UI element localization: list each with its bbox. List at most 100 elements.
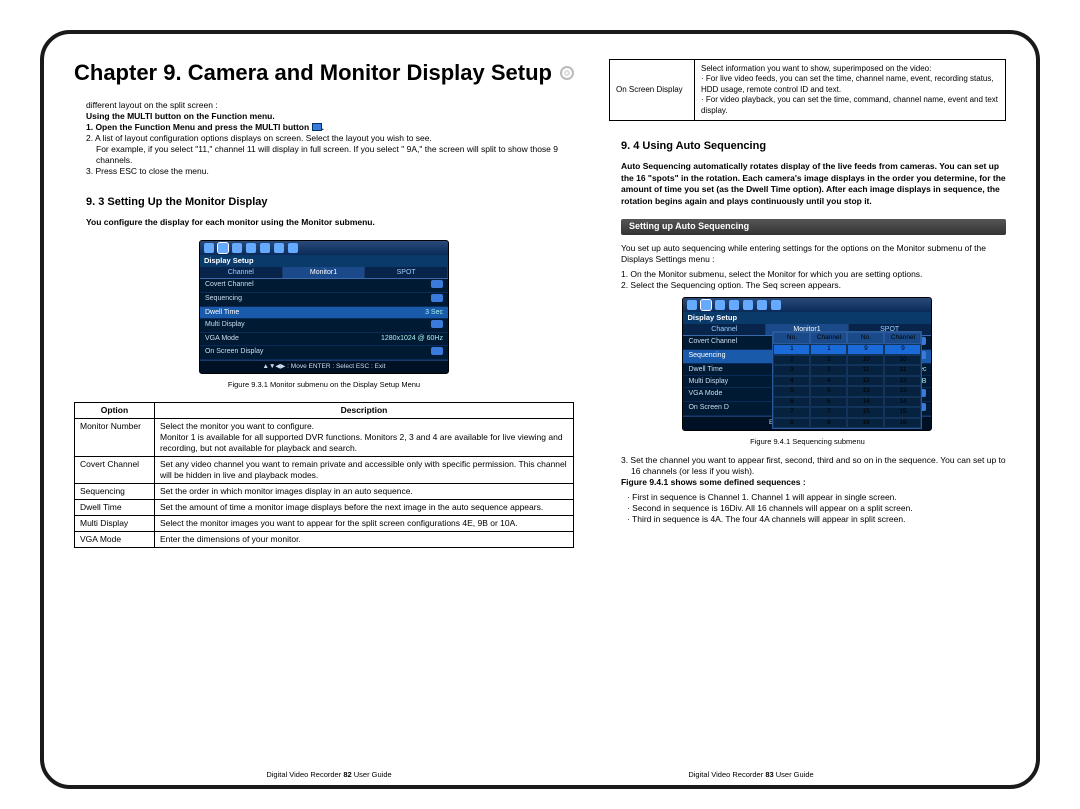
intro-item-3: 3. Press ESC to close the menu. — [86, 166, 574, 177]
popup-row: 1199 — [773, 344, 921, 354]
popup-hdr-ch2: Channel — [884, 332, 921, 344]
dvr2-row-label: Sequencing — [688, 351, 725, 362]
popup-cell: 6 — [773, 397, 810, 407]
setup-item-2: 2. Select the Sequencing option. The Seq… — [609, 280, 1006, 291]
popup-cell: 9 — [884, 344, 921, 354]
popup-cell: 12 — [884, 376, 921, 386]
intro-line-1: different layout on the split screen : — [86, 100, 574, 111]
options-cell-desc: Set any video channel you want to remain… — [155, 457, 574, 484]
dvr-icon — [771, 300, 781, 310]
dvr1-row-label: Dwell Time — [205, 308, 239, 317]
arrow-icon — [431, 294, 443, 302]
seq-bullet-1: · First in sequence is Channel 1. Channe… — [609, 492, 1006, 503]
popup-cell: 2 — [810, 355, 847, 365]
dvr2-row-label: VGA Mode — [688, 389, 722, 400]
dvr2-iconbar — [683, 298, 931, 312]
popup-row: 771515 — [773, 407, 921, 417]
popup-cell: 3 — [810, 365, 847, 375]
dvr-icon-selected — [701, 300, 711, 310]
popup-cell: 4 — [810, 376, 847, 386]
chapter-title: Chapter 9. Camera and Monitor Display Se… — [74, 59, 574, 88]
chapter-title-text: Chapter 9. Camera and Monitor Display Se… — [74, 59, 552, 88]
config-line: You configure the display for each monit… — [74, 217, 574, 228]
footer-right-post: User Guide — [774, 770, 814, 779]
options-row: Dwell TimeSet the amount of time a monit… — [75, 500, 574, 516]
footer-left-pagenum: 82 — [343, 770, 351, 779]
popup-cell: 15 — [847, 407, 884, 417]
footer-right-pagenum: 83 — [765, 770, 773, 779]
footer-right: Digital Video Recorder 83 User Guide — [521, 770, 981, 779]
intro-item-2-sub: For example, if you select "11," channel… — [86, 144, 574, 166]
opt-th-option: Option — [75, 402, 155, 418]
popup-hdr-no1: No. — [773, 332, 810, 344]
dvr1-tab-spot: SPOT — [365, 267, 448, 278]
dvr1-iconbar — [200, 241, 448, 255]
intro-item-1: 1. Open the Function Menu and press the … — [86, 122, 574, 133]
dvr2-tab-channel: Channel — [683, 324, 766, 335]
dvr2-row-label: Covert Channel — [688, 337, 737, 348]
section-9-4-heading: 9. 4 Using Auto Sequencing — [621, 139, 1006, 153]
popup-row: 221010 — [773, 355, 921, 365]
osd-label: On Screen Display — [609, 60, 694, 121]
popup-cell: 13 — [884, 386, 921, 396]
options-cell-desc: Set the amount of time a monitor image d… — [155, 500, 574, 516]
options-row: Covert ChannelSet any video channel you … — [75, 457, 574, 484]
dvr1-row-label: VGA Mode — [205, 334, 239, 343]
popup-row: 331111 — [773, 365, 921, 375]
popup-cell: 8 — [810, 418, 847, 428]
setup-line-1: You set up auto sequencing while enterin… — [609, 243, 1006, 265]
dvr-icon-selected — [218, 243, 228, 253]
osd-table: On Screen Display Select information you… — [609, 59, 1006, 121]
popup-row: 881616 — [773, 418, 921, 428]
dvr1-row-label: Sequencing — [205, 294, 242, 305]
popup-cell: 4 — [773, 376, 810, 386]
dvr-icon — [757, 300, 767, 310]
dvr2-row-label: On Screen D — [688, 403, 728, 414]
popup-hdr-no2: No. — [847, 332, 884, 344]
options-table: Option Description Monitor NumberSelect … — [74, 402, 574, 548]
dvr-icon — [260, 243, 270, 253]
dvr-icon — [715, 300, 725, 310]
setup-item-3-text: 3. Set the channel you want to appear fi… — [621, 455, 1006, 476]
popup-cell: 3 — [773, 365, 810, 375]
popup-cell: 1 — [810, 344, 847, 354]
popup-cell: 16 — [884, 418, 921, 428]
figure-9-3-1-caption: Figure 9.3.1 Monitor submenu on the Disp… — [74, 380, 574, 390]
dvr1-footer: ▲▼◀▶ : Move ENTER : Select ESC : Exit — [200, 360, 448, 373]
arrow-icon — [431, 280, 443, 288]
dvr2-row-label: Multi Display — [688, 377, 728, 386]
options-cell-option: Monitor Number — [75, 418, 155, 456]
seq-bullet-2: · Second in sequence is 16Div. All 16 ch… — [609, 503, 1006, 514]
dvr-icon — [687, 300, 697, 310]
popup-cell: 7 — [773, 407, 810, 417]
popup-cell: 7 — [810, 407, 847, 417]
setup-item-1: 1. On the Monitor submenu, select the Mo… — [609, 269, 1006, 280]
options-cell-option: Multi Display — [75, 516, 155, 532]
popup-cell: 13 — [847, 386, 884, 396]
dvr1-row-value — [431, 320, 443, 331]
footer-left-post: User Guide — [352, 770, 392, 779]
dvr1-row: VGA Mode1280x1024 @ 60Hz — [200, 333, 448, 345]
options-cell-option: Sequencing — [75, 484, 155, 500]
options-row: Multi DisplaySelect the monitor images y… — [75, 516, 574, 532]
popup-cell: 5 — [773, 386, 810, 396]
popup-row: 441212 — [773, 376, 921, 386]
opt-th-desc: Description — [155, 402, 574, 418]
popup-cell: 2 — [773, 355, 810, 365]
figure-9-4-1-caption: Figure 9.4.1 Sequencing submenu — [609, 437, 1006, 447]
options-cell-desc: Enter the dimensions of your monitor. — [155, 532, 574, 548]
intro-item-1a: 1. Open the Function Menu and press the … — [86, 122, 312, 132]
popup-hdr-ch1: Channel — [810, 332, 847, 344]
options-cell-desc: Set the order in which monitor images di… — [155, 484, 574, 500]
multi-button-icon — [312, 123, 322, 131]
right-page: On Screen Display Select information you… — [609, 59, 1006, 770]
dvr1-row-label: Multi Display — [205, 320, 245, 331]
options-row: VGA ModeEnter the dimensions of your mon… — [75, 532, 574, 548]
dvr2-title: Display Setup — [683, 312, 931, 324]
dvr2-row-label: Dwell Time — [688, 365, 722, 374]
arrow-icon — [431, 347, 443, 355]
options-cell-desc: Select the monitor you want to configure… — [155, 418, 574, 456]
dvr1-title: Display Setup — [200, 255, 448, 267]
dvr1-row-value: 3 Sec — [425, 308, 443, 317]
footer-left-pre: Digital Video Recorder — [266, 770, 343, 779]
